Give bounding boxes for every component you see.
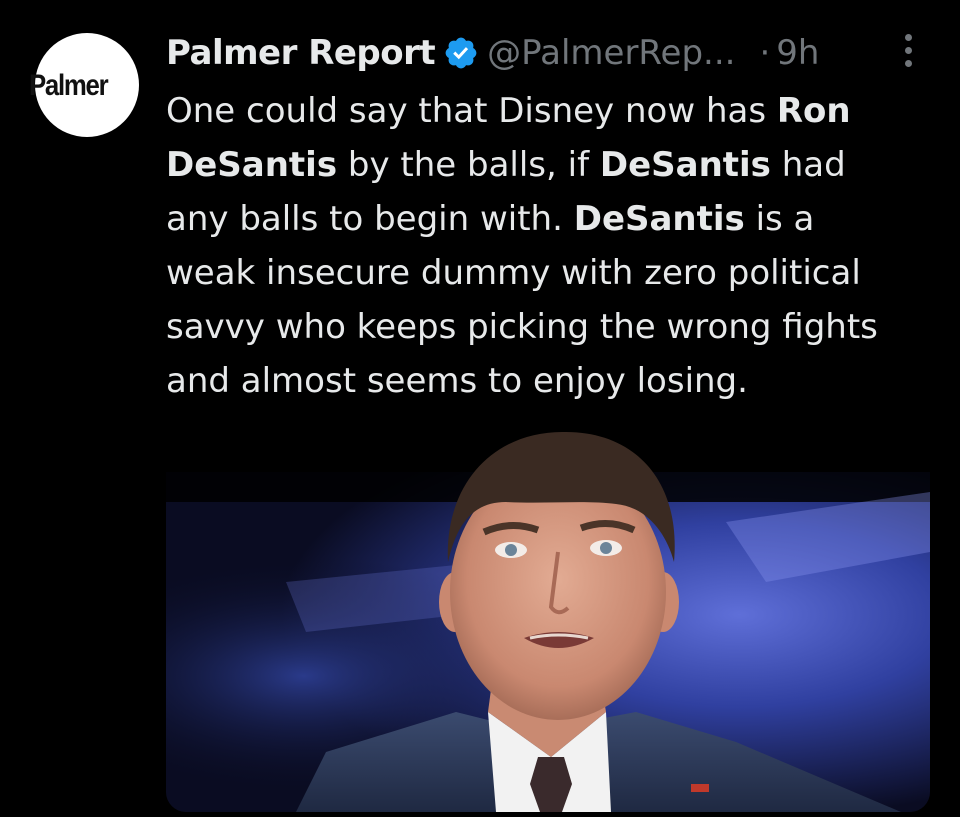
more-options-icon[interactable] [898, 34, 918, 74]
verified-badge-icon[interactable] [443, 35, 479, 71]
display-name[interactable]: Palmer Report [166, 33, 436, 73]
bold-text-span: DeSantis [599, 145, 771, 185]
bold-text-span: DeSantis [573, 199, 745, 239]
separator-dot: · [759, 33, 771, 73]
tweet-text-line: any balls to begin with. DeSantis is a [166, 192, 936, 246]
text-span: any balls to begin with. [166, 199, 574, 239]
text-span: had [770, 145, 846, 185]
text-span: by the balls, if [337, 145, 600, 185]
text-span: and almost seems to enjoy losing. [166, 361, 748, 401]
avatar[interactable]: Palmer [29, 33, 139, 137]
tweet-text: One could say that Disney now has Ron De… [166, 84, 936, 408]
tweet-media-photo[interactable] [166, 412, 930, 812]
tweet-card[interactable]: Palmer Palmer Report @PalmerRep... · 9h … [0, 0, 960, 817]
timestamp[interactable]: 9h [776, 33, 819, 73]
bold-text-span: DeSantis [166, 145, 338, 185]
tweet-header: Palmer Report @PalmerRep... · 9h [166, 30, 819, 76]
tweet-text-line: DeSantis by the balls, if DeSantis had [166, 138, 936, 192]
tweet-text-line: and almost seems to enjoy losing. [166, 354, 936, 408]
text-span: is a [744, 199, 815, 239]
text-span: One could say that Disney now has [166, 91, 777, 131]
text-span: weak insecure dummy with zero political [166, 253, 861, 293]
bold-text-span: Ron [776, 91, 851, 131]
handle[interactable]: @PalmerRep... [487, 33, 735, 73]
text-span: savvy who keeps picking the wrong fights [166, 307, 878, 347]
tweet-text-line: weak insecure dummy with zero political [166, 246, 936, 300]
tweet-text-line: One could say that Disney now has Ron [166, 84, 936, 138]
portrait-photo [166, 412, 930, 812]
tweet-text-line: savvy who keeps picking the wrong fights [166, 300, 936, 354]
avatar-logo-text: Palmer [29, 69, 109, 102]
